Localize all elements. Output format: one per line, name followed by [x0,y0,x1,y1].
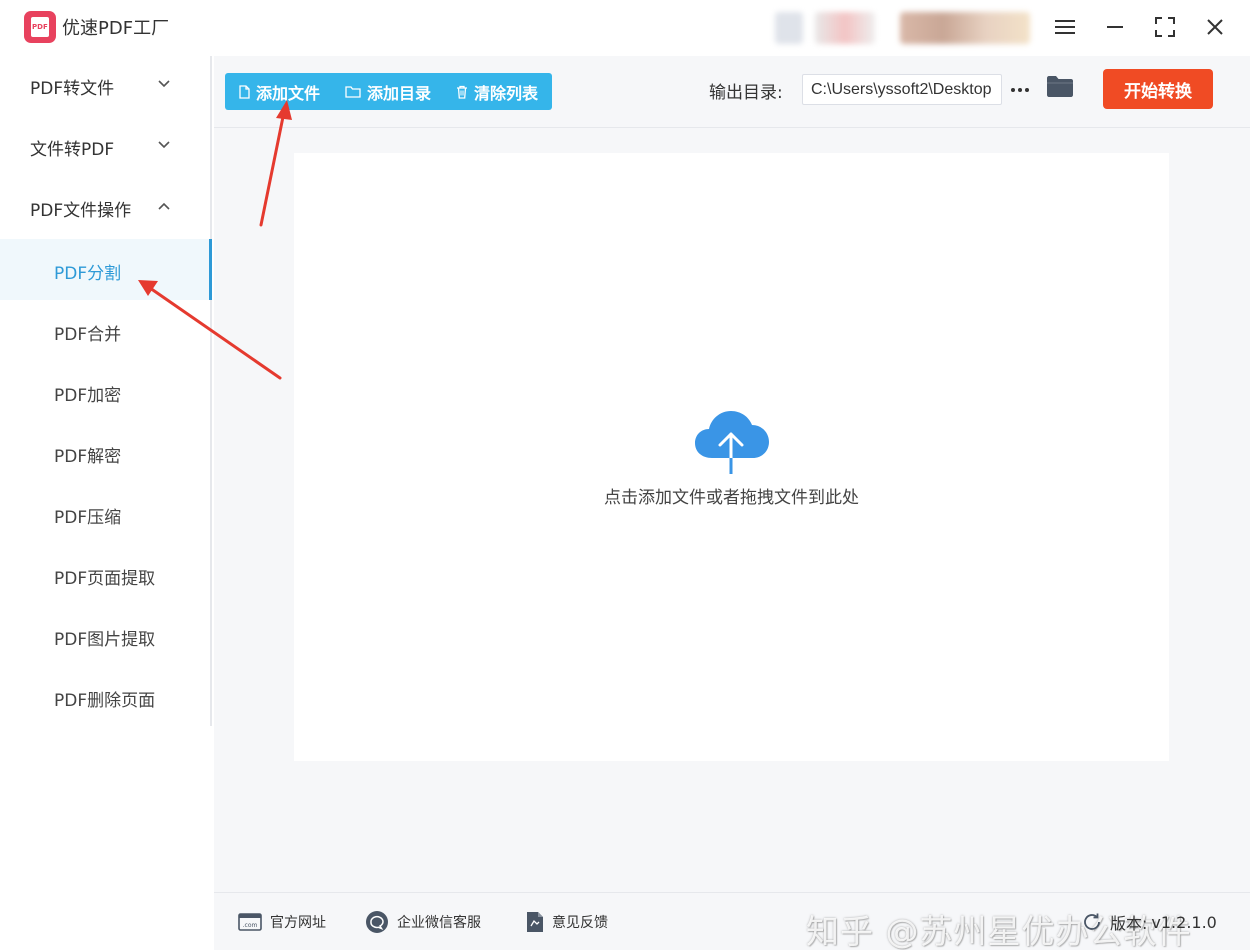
file-button-group: 添加文件 添加目录 清除列表 [225,73,552,110]
blurred-user-name [900,12,1030,44]
main-panel: 添加文件 添加目录 清除列表 输出目录: C:\Users\yssoft2\De… [214,56,1250,950]
sidebar-group-label: 文件转PDF [30,140,115,160]
feedback-link[interactable]: 意见反馈 [526,909,608,935]
add-file-button[interactable]: 添加文件 [239,73,320,110]
chevron-up-icon [158,202,170,210]
svg-text:.com: .com [243,922,258,929]
sidebar-item-label: PDF加密 [54,386,122,406]
start-convert-button[interactable]: 开始转换 [1103,69,1213,109]
folder-icon [1047,76,1073,97]
sidebar-item-pdf-image-extract[interactable]: PDF图片提取 [0,605,212,666]
sidebar-item-pdf-delete-pages[interactable]: PDF删除页面 [0,666,212,727]
more-dots-icon [1011,87,1029,92]
chat-support-icon [366,911,388,933]
sidebar-item-label: PDF压缩 [54,508,122,528]
sidebar-item-pdf-compress[interactable]: PDF压缩 [0,483,212,544]
sidebar-item-label: PDF图片提取 [54,630,156,650]
sidebar-item-label: PDF页面提取 [54,569,156,589]
sidebar-item-label: PDF解密 [54,447,122,467]
wechat-support-label: 企业微信客服 [397,915,481,931]
sidebar-group-label: PDF文件操作 [30,201,132,221]
drop-zone-hint: 点击添加文件或者拖拽文件到此处 [604,488,859,508]
version-label: 版本: [1110,914,1148,933]
wechat-support-link[interactable]: 企业微信客服 [365,909,481,935]
website-icon: .com [238,913,262,931]
folder-outline-icon [345,86,361,98]
sidebar: PDF转文件 文件转PDF PDF文件操作 PDF分割 PDF合并 PDF加密 … [0,56,212,726]
output-directory-field[interactable]: C:\Users\yssoft2\Desktop [802,74,1002,105]
blurred-avatar [775,12,803,44]
feedback-label: 意见反馈 [552,915,608,931]
blurred-user-info [815,12,875,44]
clear-list-label: 清除列表 [474,83,539,103]
sidebar-item-label: PDF合并 [54,325,122,345]
add-directory-button[interactable]: 添加目录 [345,73,431,110]
output-directory-label: 输出目录: [709,83,783,103]
maximize-icon[interactable] [1150,12,1180,42]
chevron-down-icon [158,80,170,88]
sidebar-item-pdf-merge[interactable]: PDF合并 [0,300,212,361]
app-logo-text: PDF [32,23,48,31]
add-directory-label: 添加目录 [367,83,432,103]
refresh-icon [1084,913,1100,930]
sidebar-item-pdf-page-extract[interactable]: PDF页面提取 [0,544,212,605]
more-options-button[interactable] [1009,74,1031,105]
app-title: 优速PDF工厂 [62,18,170,39]
sidebar-group-pdf-operations[interactable]: PDF文件操作 [0,178,212,239]
official-website-link[interactable]: .com 官方网址 [238,909,326,935]
toolbar: 添加文件 添加目录 清除列表 输出目录: C:\Users\yssoft2\De… [214,56,1250,128]
file-icon [239,84,250,99]
file-drop-zone[interactable]: 点击添加文件或者拖拽文件到此处 [294,153,1169,761]
open-folder-button[interactable] [1046,74,1074,102]
sidebar-group-file-to-pdf[interactable]: 文件转PDF [0,117,212,178]
add-file-label: 添加文件 [256,83,321,103]
cloud-upload-icon [695,411,769,476]
version-info[interactable]: 版本: v1.2.1.0 [1082,909,1217,935]
sidebar-item-label: PDF删除页面 [54,691,156,711]
sidebar-item-label: PDF分割 [54,264,122,284]
close-icon[interactable] [1200,12,1230,42]
official-website-label: 官方网址 [270,915,326,931]
feedback-document-icon [527,912,543,932]
footer: .com 官方网址 企业微信客服 意见反馈 知乎 @苏州星优办公软件 版本: v… [214,892,1250,950]
minimize-icon[interactable] [1100,12,1130,42]
sidebar-group-label: PDF转文件 [30,79,115,99]
hamburger-icon[interactable] [1050,12,1080,42]
sidebar-group-pdf-to-file[interactable]: PDF转文件 [0,56,212,117]
title-bar: PDF 优速PDF工厂 [0,0,1250,56]
chevron-down-icon [158,141,170,149]
trash-icon [457,85,467,99]
sidebar-item-pdf-encrypt[interactable]: PDF加密 [0,361,212,422]
version-number: v1.2.1.0 [1151,912,1217,932]
clear-list-button[interactable]: 清除列表 [456,73,538,110]
sidebar-item-pdf-split[interactable]: PDF分割 [0,239,212,300]
sidebar-item-pdf-decrypt[interactable]: PDF解密 [0,422,212,483]
app-logo-icon: PDF [24,11,56,43]
